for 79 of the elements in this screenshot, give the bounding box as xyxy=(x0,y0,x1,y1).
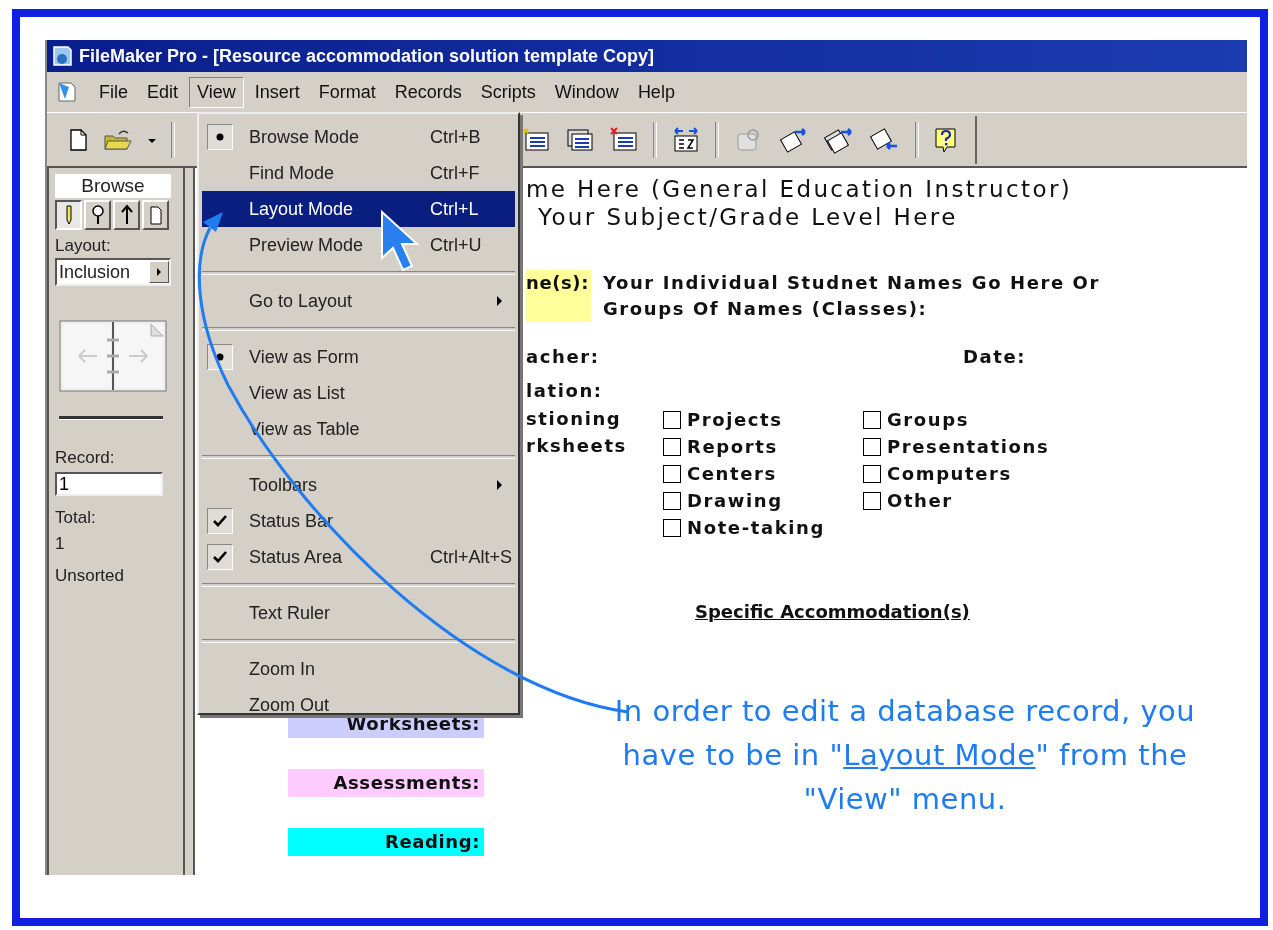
checkbox-label: Projects xyxy=(687,407,783,432)
menu-item[interactable]: Status Area Ctrl+Alt+S xyxy=(202,539,515,575)
cursor-icon xyxy=(381,209,420,272)
field-label: Date: xyxy=(962,345,1026,369)
link[interactable]: Layout Mode xyxy=(843,738,1036,772)
total-label: Total: xyxy=(55,508,96,528)
menu-item[interactable]: File xyxy=(91,76,136,108)
section-heading: Specific Accommodation(s) xyxy=(695,601,970,622)
send-icon[interactable] xyxy=(777,125,809,154)
checkbox[interactable] xyxy=(863,491,881,510)
menu-item[interactable]: Zoom In xyxy=(202,651,515,687)
open-folder-icon[interactable] xyxy=(103,127,133,152)
menu-item[interactable]: Edit xyxy=(139,76,187,108)
names-text: Groups Of Names (Classes): xyxy=(603,297,929,321)
menu-item[interactable]: Go to Layout xyxy=(202,283,515,319)
checkbox[interactable] xyxy=(663,437,681,456)
field-label: lation: xyxy=(526,379,603,403)
checkbox-label: Centers xyxy=(687,461,777,486)
page-icon[interactable] xyxy=(142,200,169,230)
checkbox[interactable] xyxy=(663,410,681,429)
layout-label: Layout: xyxy=(55,236,111,256)
menu-item[interactable]: Insert xyxy=(246,76,308,108)
window-title: FileMaker Pro - [Resource accommodation solution template Copy] xyxy=(79,45,655,67)
caret-icon xyxy=(156,267,162,277)
field-label: Reading: xyxy=(288,828,484,856)
checkbox[interactable] xyxy=(863,437,881,456)
callout-text: In order to edit a database record, you have to be in "Layout Mode" from the "View" menu. xyxy=(613,693,1197,818)
menu-item[interactable]: Browse Mode Ctrl+B xyxy=(202,119,515,155)
menu-item[interactable]: View as List xyxy=(202,375,515,411)
t-square-icon[interactable] xyxy=(113,200,140,230)
option-label: rksheets xyxy=(526,434,628,458)
menu-item[interactable]: View xyxy=(189,76,244,108)
field-label: acher: xyxy=(526,345,600,369)
checkbox-label: Presentations xyxy=(887,434,1050,459)
field-label: Assessments: xyxy=(288,769,484,797)
magnifier-icon[interactable] xyxy=(84,200,111,230)
menu-item[interactable]: Layout Mode Ctrl+L xyxy=(202,191,515,227)
menu-item[interactable]: Format xyxy=(310,76,384,108)
menu-item[interactable]: View as Form xyxy=(202,339,515,375)
layout-dropdown[interactable]: Inclusion xyxy=(55,258,171,286)
checkbox-label: Reports xyxy=(687,434,778,459)
record-field[interactable]: 1 xyxy=(55,472,163,496)
checkbox-label: Groups xyxy=(887,407,970,432)
checkbox-label: Computers xyxy=(887,461,1012,486)
checkbox[interactable] xyxy=(663,464,681,483)
menu-item[interactable]: Find Mode Ctrl+F xyxy=(202,155,515,191)
app-icon xyxy=(51,44,73,68)
sort-icon[interactable] xyxy=(671,125,701,154)
duplicate-record-icon[interactable] xyxy=(565,126,595,153)
sort-status: Unsorted xyxy=(55,566,124,586)
form-subheading: Your Subject/Grade Level Here xyxy=(538,204,958,230)
checkbox[interactable] xyxy=(663,518,681,537)
new-document-icon[interactable] xyxy=(67,127,89,152)
option-label: stioning xyxy=(526,407,623,431)
checkbox-label: Note-taking xyxy=(687,515,825,540)
checkbox[interactable] xyxy=(663,491,681,510)
menu-item[interactable]: Text Ruler xyxy=(202,595,515,631)
help-icon[interactable] xyxy=(933,125,959,154)
delete-record-icon[interactable] xyxy=(609,126,639,153)
document-icon xyxy=(57,81,77,103)
names-text: Your Individual Studnet Names Go Here Or xyxy=(603,271,1100,295)
submenu-arrow-icon xyxy=(496,479,503,491)
field-label: ne(s): xyxy=(526,270,591,322)
submenu-arrow-icon xyxy=(496,295,503,307)
pencil-icon[interactable] xyxy=(55,200,82,230)
new-record-icon[interactable] xyxy=(521,126,551,153)
send-icon[interactable] xyxy=(823,125,855,154)
form-heading: me Here (General Education Instructor) xyxy=(526,176,1073,202)
record-label: Record: xyxy=(55,448,115,468)
menu-item[interactable]: Records xyxy=(386,76,470,108)
checkbox[interactable] xyxy=(863,464,881,483)
checkbox-label: Other xyxy=(887,488,953,513)
total-count: 1 xyxy=(55,534,65,554)
menu-item[interactable]: Scripts xyxy=(472,76,544,108)
menu-item[interactable]: Window xyxy=(546,76,627,108)
menu-item[interactable]: Preview Mode Ctrl+U xyxy=(202,227,515,263)
menu-item[interactable]: Help xyxy=(629,76,683,108)
checkbox-label: Drawing xyxy=(687,488,783,513)
checkbox[interactable] xyxy=(863,410,881,429)
